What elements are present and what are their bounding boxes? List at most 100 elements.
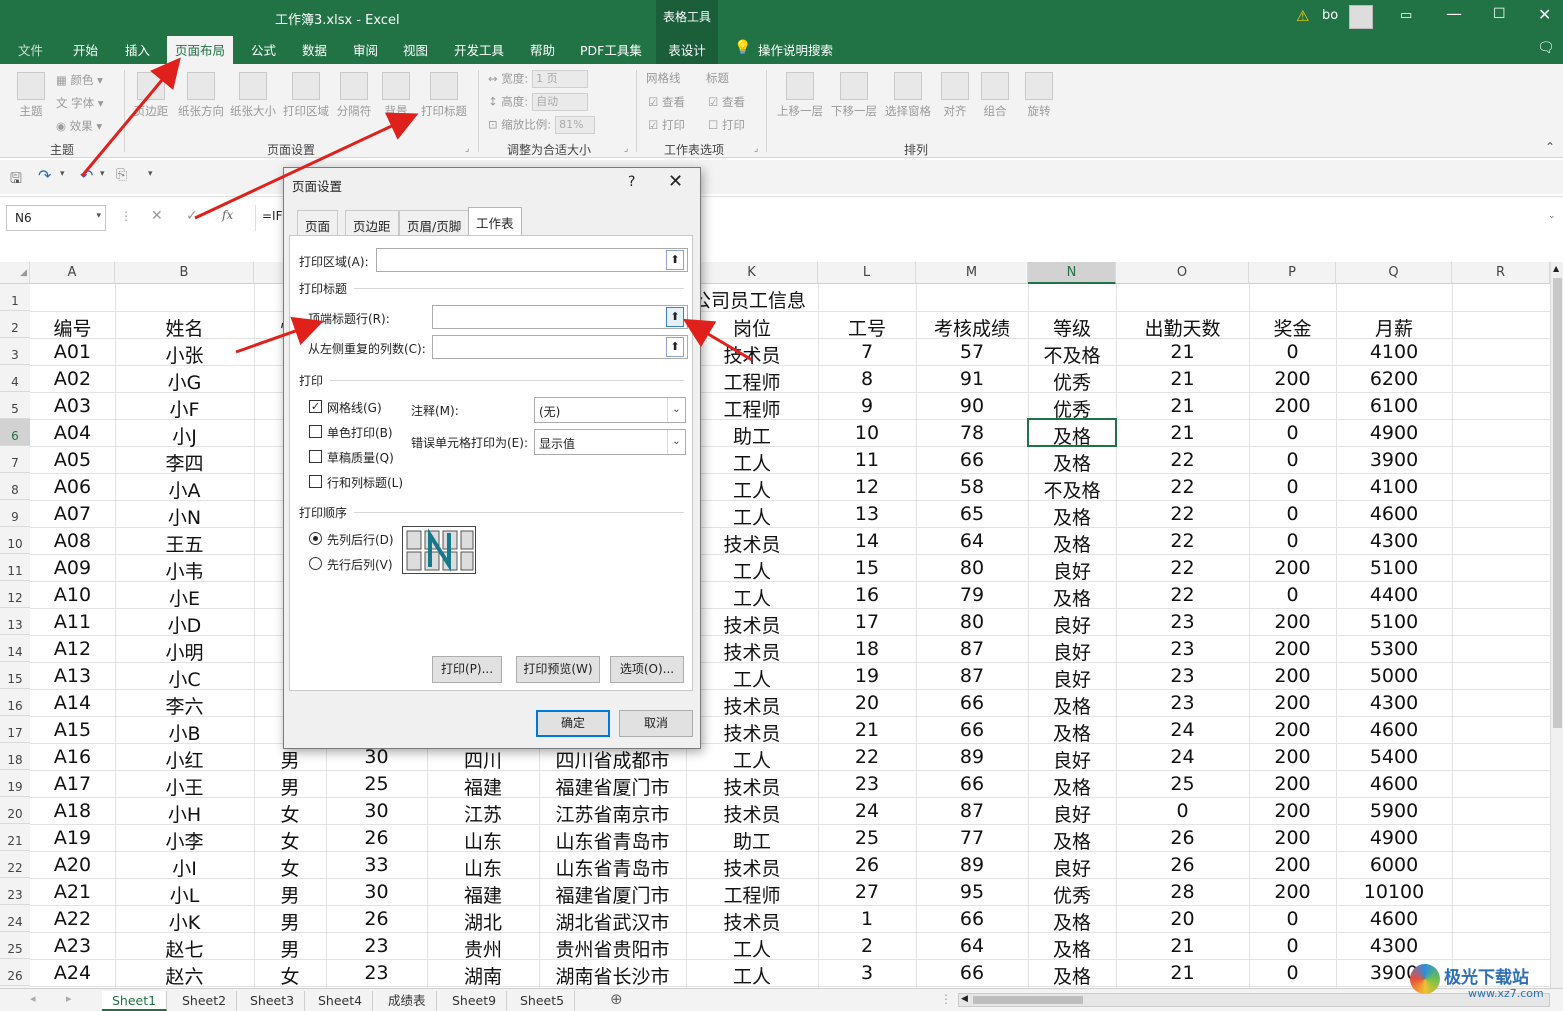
table-cell[interactable]: 小C bbox=[115, 665, 254, 691]
ok-button[interactable]: 确定 bbox=[536, 710, 610, 737]
table-cell[interactable]: 24 bbox=[1116, 719, 1249, 745]
table-cell[interactable]: A06 bbox=[30, 476, 115, 502]
table-cell[interactable]: 小G bbox=[115, 368, 254, 394]
table-cell[interactable]: 21 bbox=[1116, 935, 1249, 961]
table-cell[interactable]: 1 bbox=[818, 908, 916, 934]
table-cell[interactable]: 23 bbox=[1116, 692, 1249, 718]
table-cell[interactable]: 湖南 bbox=[427, 962, 539, 988]
tab-view[interactable]: 视图 bbox=[403, 40, 428, 59]
table-cell[interactable]: 13 bbox=[818, 503, 916, 529]
row-header[interactable]: 2 bbox=[0, 311, 30, 338]
selection-pane-button[interactable]: 选择窗格 bbox=[882, 72, 934, 119]
table-cell[interactable]: 2 bbox=[818, 935, 916, 961]
table-cell[interactable]: A24 bbox=[30, 962, 115, 988]
table-cell[interactable]: 江苏 bbox=[427, 800, 539, 826]
table-cell[interactable]: 技术员 bbox=[686, 530, 818, 556]
table-cell[interactable]: 及格 bbox=[1028, 719, 1116, 745]
row-header[interactable]: 20 bbox=[0, 797, 30, 824]
table-cell[interactable]: A23 bbox=[30, 935, 115, 961]
send-backward-button[interactable]: 下移一层 bbox=[828, 72, 880, 119]
table-cell[interactable]: 20 bbox=[818, 692, 916, 718]
table-cell[interactable]: 0 bbox=[1249, 449, 1336, 475]
table-cell[interactable]: 0 bbox=[1249, 503, 1336, 529]
headings-print-checkbox[interactable]: ☐ 打印 bbox=[708, 117, 745, 133]
row-header[interactable]: 14 bbox=[0, 635, 30, 662]
table-cell[interactable]: 工人 bbox=[686, 557, 818, 583]
table-cell[interactable]: 65 bbox=[916, 503, 1028, 529]
table-cell[interactable]: 79 bbox=[916, 584, 1028, 610]
table-cell[interactable]: 0 bbox=[1249, 341, 1336, 367]
table-cell[interactable]: 23 bbox=[1116, 665, 1249, 691]
scroll-up-icon[interactable]: ▲ bbox=[1553, 264, 1559, 273]
table-cell[interactable]: 贵州 bbox=[427, 935, 539, 961]
expand-formula-icon[interactable]: ⌄ bbox=[1548, 211, 1556, 221]
table-cell[interactable]: 不及格 bbox=[1028, 476, 1116, 502]
save-icon[interactable]: 🖫 bbox=[10, 168, 22, 192]
table-cell[interactable]: 80 bbox=[916, 611, 1028, 637]
cancel-button[interactable]: 取消 bbox=[619, 710, 693, 737]
table-cell[interactable]: 0 bbox=[1249, 935, 1336, 961]
print-preview-button[interactable]: 打印预览(W) bbox=[516, 656, 600, 683]
comments-icon[interactable]: 🗨 bbox=[1537, 40, 1555, 56]
table-cell[interactable]: 工程师 bbox=[686, 881, 818, 907]
table-cell[interactable]: 23 bbox=[1116, 611, 1249, 637]
table-cell[interactable]: 200 bbox=[1249, 665, 1336, 691]
tab-pdf-tools[interactable]: PDF工具集 bbox=[580, 40, 642, 59]
table-cell[interactable]: 58 bbox=[916, 476, 1028, 502]
table-cell[interactable]: A17 bbox=[30, 773, 115, 799]
sheet-title[interactable]: 公司员工信息 bbox=[692, 286, 832, 313]
table-cell[interactable]: 66 bbox=[916, 908, 1028, 934]
column-header-o[interactable]: O bbox=[1116, 262, 1249, 284]
table-cell[interactable]: 湖南省长沙市 bbox=[539, 962, 686, 988]
scale-control[interactable]: ⊡ 缩放比例: 81% bbox=[488, 116, 596, 134]
table-cell[interactable]: 良好 bbox=[1028, 557, 1116, 583]
table-cell[interactable]: 21 bbox=[818, 719, 916, 745]
table-cell[interactable]: 技术员 bbox=[686, 719, 818, 745]
table-cell[interactable]: 小A bbox=[115, 476, 254, 502]
table-cell[interactable]: 64 bbox=[916, 530, 1028, 556]
table-cell[interactable]: 湖北 bbox=[427, 908, 539, 934]
column-title-cell[interactable]: 奖金 bbox=[1249, 314, 1336, 340]
table-cell[interactable]: 女 bbox=[254, 800, 326, 826]
table-cell[interactable]: 27 bbox=[818, 881, 916, 907]
group-button[interactable]: 组合 bbox=[978, 72, 1012, 119]
ribbon-display-icon[interactable]: ▭ bbox=[1400, 8, 1412, 23]
table-cell[interactable]: 9 bbox=[818, 395, 916, 421]
align-button[interactable]: 对齐 bbox=[938, 72, 972, 119]
rotate-button[interactable]: 旋转 bbox=[1022, 72, 1056, 119]
table-cell[interactable]: 良好 bbox=[1028, 746, 1116, 772]
chevron-down-icon[interactable]: ▾ bbox=[100, 169, 105, 179]
cell-errors-select[interactable]: 显示值 ⌄ bbox=[534, 429, 686, 455]
vertical-scrollbar[interactable]: ▲ bbox=[1550, 262, 1563, 988]
print-button[interactable]: 打印(P)... bbox=[432, 656, 502, 683]
table-cell[interactable]: 工程师 bbox=[686, 395, 818, 421]
table-cell[interactable]: 200 bbox=[1249, 854, 1336, 880]
table-cell[interactable]: 4100 bbox=[1336, 476, 1452, 502]
table-cell[interactable]: 女 bbox=[254, 827, 326, 853]
worksheet-grid[interactable]: ◢ABCDEFKLMNOPQR 123456789101112131415161… bbox=[0, 262, 1550, 988]
table-cell[interactable]: A16 bbox=[30, 746, 115, 772]
table-cell[interactable]: 小F bbox=[115, 395, 254, 421]
select-all-corner[interactable]: ◢ bbox=[0, 262, 30, 284]
table-cell[interactable]: 78 bbox=[916, 422, 1028, 448]
table-cell[interactable]: 25 bbox=[326, 773, 427, 799]
table-cell[interactable]: A08 bbox=[30, 530, 115, 556]
table-cell[interactable]: 25 bbox=[818, 827, 916, 853]
table-cell[interactable]: 男 bbox=[254, 881, 326, 907]
table-cell[interactable]: 66 bbox=[916, 449, 1028, 475]
table-cell[interactable]: 30 bbox=[326, 881, 427, 907]
sheet-tab[interactable]: Sheet4 bbox=[308, 991, 374, 1011]
row-header[interactable]: 22 bbox=[0, 851, 30, 878]
table-cell[interactable]: 19 bbox=[818, 665, 916, 691]
rows-to-repeat-input[interactable] bbox=[432, 305, 688, 329]
table-cell[interactable]: 5100 bbox=[1336, 557, 1452, 583]
name-box[interactable]: N6 ▾ bbox=[6, 205, 106, 231]
add-sheet-icon[interactable]: ⊕ bbox=[610, 990, 623, 1008]
column-header-b[interactable]: B bbox=[115, 262, 254, 284]
row-header[interactable]: 11 bbox=[0, 554, 30, 581]
row-header[interactable]: 25 bbox=[0, 932, 30, 959]
table-cell[interactable]: 4600 bbox=[1336, 908, 1452, 934]
row-header[interactable]: 16 bbox=[0, 689, 30, 716]
table-cell[interactable]: 工人 bbox=[686, 962, 818, 988]
table-cell[interactable]: 男 bbox=[254, 908, 326, 934]
